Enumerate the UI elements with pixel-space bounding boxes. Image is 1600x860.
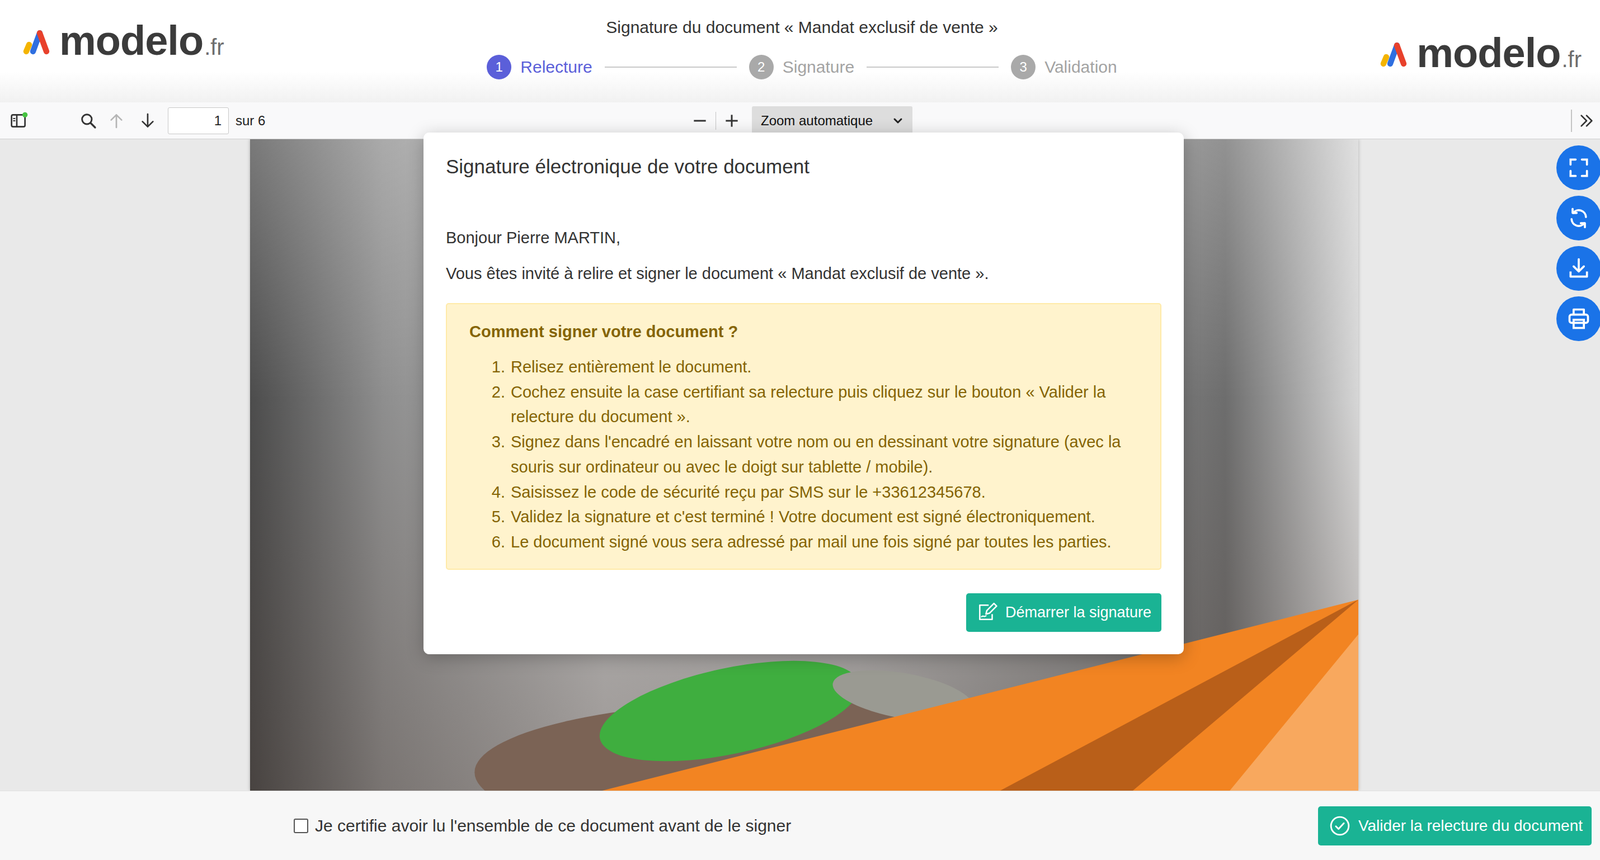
zoom-value: Zoom automatique — [760, 113, 873, 129]
document-title: Signature du document « Mandat exclusif … — [605, 16, 998, 39]
step-number: 2 — [749, 54, 774, 80]
search-icon — [79, 111, 98, 130]
page-number-input[interactable]: 1 — [167, 107, 229, 135]
sidebar-toggle-icon — [10, 111, 28, 130]
fullscreen-button[interactable] — [1556, 145, 1600, 191]
help-list: 1.Relisez entièrement le document.2.Coch… — [469, 354, 1138, 555]
help-item: 1.Relisez entièrement le document. — [469, 354, 1138, 380]
print-button[interactable] — [1556, 296, 1600, 342]
logo-mark-icon — [1379, 38, 1415, 68]
help-item-text: Relisez entièrement le document. — [510, 354, 1138, 380]
double-chevron-right-icon — [1577, 111, 1596, 130]
help-item: 6.Le document signé vous sera adressé pa… — [469, 529, 1138, 555]
logo-name: modelo — [59, 20, 204, 62]
header-center: Signature du document « Mandat exclusif … — [486, 0, 1117, 80]
header: modelo.frmodelo.frSignature du document … — [0, 0, 1600, 103]
greeting: Bonjour Pierre MARTIN, — [445, 226, 1162, 249]
logo-suffix: .fr — [204, 35, 225, 59]
help-item-number: 5. — [469, 504, 511, 530]
minus-icon — [690, 111, 709, 130]
step-connector — [604, 66, 737, 68]
arrow-down-icon — [138, 111, 157, 130]
logo-mark-icon — [22, 26, 58, 56]
modal-title: Signature électronique de votre document — [445, 154, 1162, 179]
signature-icon — [976, 601, 998, 624]
logo[interactable]: modelo.fr — [1379, 0, 1582, 74]
check-circle-icon — [1329, 815, 1351, 837]
plus-icon — [722, 111, 741, 130]
previous-page-button[interactable] — [100, 106, 133, 135]
step-number: 1 — [486, 54, 512, 80]
download-icon — [1566, 256, 1592, 281]
checkbox-box[interactable] — [293, 819, 309, 834]
step-label: Relecture — [520, 57, 592, 77]
help-item-number: 6. — [469, 529, 511, 555]
separator — [715, 111, 717, 130]
toolbar-right — [912, 106, 1600, 135]
help-item-text: Validez la signature et c'est terminé ! … — [510, 504, 1138, 530]
help-item-text: Signez dans l'encadré en laissant votre … — [510, 429, 1138, 480]
logo-suffix: .fr — [1561, 48, 1582, 71]
help-box: Comment signer votre document ? 1.Relisez… — [445, 303, 1162, 571]
help-item-number: 4. — [469, 480, 511, 506]
zoom-select[interactable]: Zoom automatique — [751, 106, 913, 136]
button-label: Valider la relecture du document — [1358, 817, 1583, 836]
separator — [1570, 109, 1573, 133]
step-number: 3 — [1010, 54, 1036, 80]
button-label: Démarrer la signature — [1005, 604, 1152, 622]
signature-page: modelo.frmodelo.frSignature du document … — [0, 0, 1600, 860]
help-item: 5.Validez la signature et c'est terminé … — [469, 504, 1138, 530]
logo[interactable]: modelo.fr — [22, 0, 225, 62]
page-count: sur 6 — [235, 113, 266, 129]
zoom-in-button[interactable] — [719, 106, 745, 135]
chevron-down-icon — [891, 114, 905, 128]
certify-checkbox[interactable]: Je certifie avoir lu l'ensemble de ce do… — [293, 816, 792, 836]
step-connector — [866, 66, 999, 68]
help-item-text: Cochez ensuite la case certifiant sa rel… — [510, 379, 1138, 430]
zoom-out-button[interactable] — [687, 106, 713, 135]
step-label: Signature — [782, 57, 855, 77]
fullscreen-icon — [1566, 155, 1592, 181]
help-item-number: 2. — [469, 379, 511, 406]
step-label: Validation — [1044, 57, 1118, 77]
step: 1 Relecture — [486, 54, 592, 80]
rotate-button[interactable] — [1556, 195, 1600, 241]
step: 3 Validation — [1010, 54, 1118, 80]
help-item-number: 1. — [469, 354, 511, 380]
intro-text: Vous êtes invité à relire et signer le d… — [445, 262, 1162, 285]
help-title: Comment signer votre document ? — [469, 321, 1138, 343]
logo-name: modelo — [1416, 32, 1561, 74]
refresh-icon — [1566, 205, 1592, 231]
next-page-button[interactable] — [132, 106, 164, 135]
help-item-text: Saisissez le code de sécurité reçu par S… — [510, 480, 1138, 506]
validate-reading-button[interactable]: Valider la relecture du document — [1318, 806, 1592, 846]
modal-actions: Démarrer la signature — [445, 593, 1162, 633]
floating-actions — [1556, 145, 1600, 342]
toolbar-left: 1 sur 6 — [0, 106, 688, 135]
arrow-up-icon — [107, 111, 126, 130]
tools-toggle[interactable] — [1574, 106, 1599, 135]
start-signature-button[interactable]: Démarrer la signature — [966, 593, 1162, 633]
checkbox-label: Je certifie avoir lu l'ensemble de ce do… — [314, 816, 792, 836]
download-button[interactable] — [1556, 246, 1600, 291]
help-item: 3.Signez dans l'encadré en laissant votr… — [469, 429, 1138, 480]
printer-icon — [1566, 306, 1592, 332]
footer-bar: Je certifie avoir lu l'ensemble de ce do… — [0, 791, 1600, 860]
help-item: 4.Saisissez le code de sécurité reçu par… — [469, 480, 1138, 506]
help-item: 2.Cochez ensuite la case certifiant sa r… — [469, 379, 1138, 430]
steps: 1 Relecture 2 Signature 3 Validation — [486, 54, 1117, 80]
help-item-number: 3. — [469, 429, 511, 455]
search-button[interactable] — [76, 106, 101, 135]
signature-modal: Signature électronique de votre document… — [423, 132, 1184, 655]
help-item-text: Le document signé vous sera adressé par … — [510, 529, 1138, 555]
step: 2 Signature — [749, 54, 855, 80]
toolbar-center: Zoom automatique — [687, 106, 913, 136]
sidebar-toggle[interactable] — [6, 106, 32, 135]
